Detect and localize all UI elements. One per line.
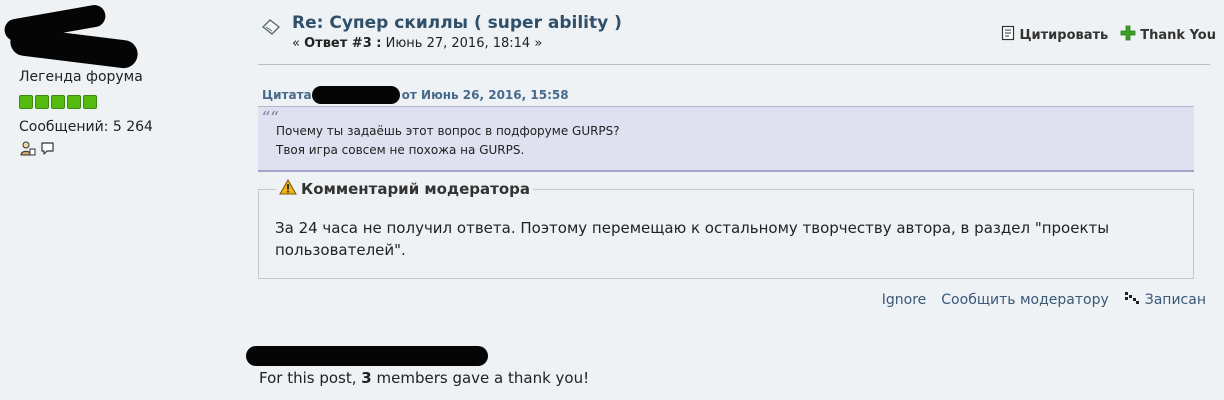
speech-bubble-icon[interactable] — [40, 141, 55, 156]
redacted-username-scribble — [8, 26, 140, 70]
quote-label: Цитировать — [1019, 27, 1109, 43]
rank-star-icon — [19, 95, 33, 109]
quote-line: Твоя игра совсем не похожа на GURPS. — [276, 143, 525, 157]
thank-you-button[interactable]: Thank You — [1120, 25, 1216, 45]
moderator-comment-legend: Комментарий модератора — [276, 178, 533, 199]
forum-post: Легенда форума Сообщений: 5 264 Re: Супе… — [0, 0, 1224, 400]
post-subject[interactable]: Re: Супер скиллы ( super ability ) — [292, 13, 622, 33]
thanks-summary: For this post, 3 members gave a thank yo… — [259, 369, 589, 387]
reply-number[interactable]: Ответ #3 : — [304, 36, 381, 51]
quote-header-date[interactable]: от Июнь 26, 2016, 15:58 — [402, 88, 569, 102]
warning-icon — [279, 178, 297, 199]
moderator-comment-title: Комментарий модератора — [301, 180, 530, 198]
post-meta: « Ответ #3 : Июнь 27, 2016, 18:14 » — [292, 36, 542, 51]
thank-you-label: Thank You — [1140, 27, 1216, 43]
plus-icon — [1120, 25, 1136, 45]
post-date: Июнь 27, 2016, 18:14 — [385, 36, 531, 51]
ip-logged-icon — [1124, 291, 1140, 309]
header-divider — [258, 64, 1210, 65]
moderator-comment-text: За 24 часа не получил ответа. Поэтому пе… — [275, 219, 1110, 259]
profile-icon[interactable] — [20, 141, 36, 156]
post-count-label: Сообщений: — [19, 119, 109, 135]
quote-line: Почему ты задаёшь этот вопрос в подфорум… — [276, 124, 620, 138]
quote-block: ““ Почему ты задаёшь этот вопрос в подфо… — [258, 106, 1194, 172]
quote-button[interactable]: Цитировать — [1001, 25, 1108, 45]
post-actions: Цитировать Thank You — [1001, 25, 1216, 45]
thanks-prefix: For this post, — [259, 369, 357, 387]
quote-header: Цитата от Июнь 26, 2016, 15:58 — [262, 86, 569, 104]
ip-logged-label: Записан — [1144, 292, 1206, 308]
ignore-link[interactable]: Ignore — [882, 292, 927, 308]
post-count: Сообщений: 5 264 — [19, 119, 153, 135]
redacted-thanked-users — [246, 346, 488, 366]
meta-bracket-close: » — [534, 36, 543, 51]
post-topic-icon — [261, 18, 281, 40]
post-footer: Ignore Сообщить модератору Записан — [882, 291, 1206, 309]
ip-logged[interactable]: Записан — [1124, 291, 1206, 309]
report-to-moderator-link[interactable]: Сообщить модератору — [941, 292, 1108, 308]
quote-header-prefix[interactable]: Цитата — [262, 88, 312, 102]
user-title: Легенда форума — [19, 69, 143, 85]
redacted-quote-author — [311, 86, 400, 104]
rank-star-icon — [51, 95, 65, 109]
thanks-count: 3 — [361, 369, 372, 387]
rank-star-icon — [67, 95, 81, 109]
quote-icon — [1001, 25, 1015, 45]
rank-star-icon — [83, 95, 97, 109]
rank-star-icon — [35, 95, 49, 109]
rank-stars — [19, 95, 97, 109]
meta-bracket-open: « — [292, 36, 300, 51]
user-icons — [20, 141, 55, 156]
post-count-value: 5 264 — [112, 119, 153, 135]
thanks-suffix: members gave a thank you! — [376, 369, 590, 387]
